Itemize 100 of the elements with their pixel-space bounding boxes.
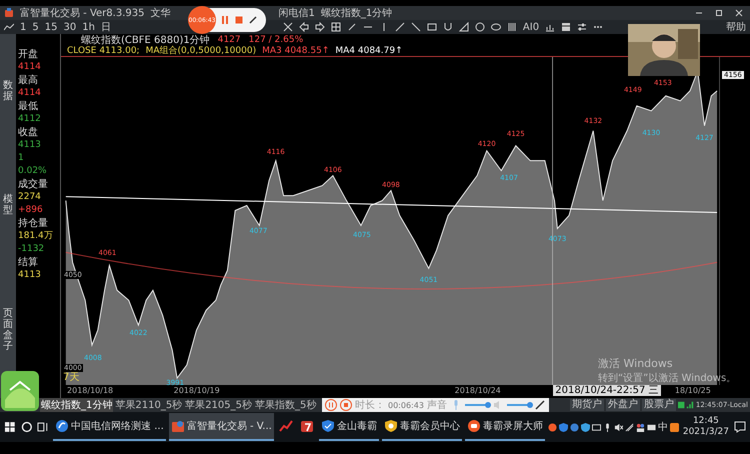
range-label: 7天	[63, 371, 80, 384]
period-button[interactable]: 5	[32, 22, 39, 32]
pen-icon[interactable]	[534, 399, 546, 411]
down-line-icon[interactable]	[410, 22, 421, 32]
duration-label: 时长：	[355, 398, 385, 412]
people-icon[interactable]	[636, 422, 645, 432]
side-tab[interactable]: 模型	[3, 194, 13, 216]
stop-icon[interactable]	[234, 15, 244, 25]
grid-icon[interactable]	[330, 22, 341, 32]
taskbar-time: 12:45	[692, 416, 719, 427]
windows-start-icon[interactable]	[3, 420, 17, 434]
quote-value: 4114	[17, 87, 42, 100]
taskbar-button[interactable]: 富智量化交易 - V...	[168, 413, 274, 441]
account-button[interactable]: 期货户	[570, 399, 604, 411]
account-button[interactable]: 股票户	[642, 399, 676, 411]
ai-button[interactable]: AI0	[522, 22, 540, 32]
shield-icon[interactable]	[580, 422, 590, 432]
date-label: 18/10/25	[674, 386, 711, 395]
date-label: 2018/10/18	[67, 386, 114, 395]
sliders-icon[interactable]	[577, 22, 588, 32]
app-icon	[300, 419, 314, 433]
sheet-tab[interactable]: 螺纹指数_1分钟	[40, 398, 114, 412]
quote-label: 开盘	[17, 48, 39, 61]
symbol-name: 螺纹指数(CBFE 6880)1分钟	[81, 34, 210, 46]
left-arrow-icon[interactable]	[298, 22, 309, 32]
period-button[interactable]: 1	[20, 22, 26, 32]
table-icon[interactable]	[561, 22, 572, 32]
pen-icon[interactable]	[248, 15, 258, 25]
mute-icon[interactable]	[614, 422, 623, 432]
input-method-indicator[interactable]: 中	[658, 420, 668, 434]
app-title: 富智量化交易 - Ver8.3.935	[20, 6, 144, 20]
triangle-icon[interactable]	[458, 22, 469, 32]
quote-value: 4114	[17, 61, 42, 74]
duration-value: 00:06:43	[388, 400, 424, 410]
bars-icon[interactable]	[506, 22, 517, 32]
pause-icon[interactable]	[325, 399, 337, 411]
bar-chart-icon[interactable]	[545, 22, 556, 32]
menu-item[interactable]: 帮助	[726, 20, 746, 34]
period-button[interactable]: 15	[44, 22, 58, 32]
price-change: 127 / 2.65%	[248, 34, 304, 44]
notification-icon[interactable]	[733, 420, 747, 434]
app-logo-icon[interactable]	[0, 370, 40, 412]
account-button[interactable]: 外盘户	[606, 399, 640, 411]
indicator-label: MA4 4084.79↑	[335, 46, 403, 56]
price-value: 4127	[218, 34, 241, 44]
shield-icon[interactable]	[558, 422, 568, 432]
side-tab[interactable]: 数据	[3, 80, 13, 102]
period-button[interactable]: 1h	[82, 22, 95, 32]
taskbar-date: 2021/3/27	[682, 427, 729, 438]
search-icon[interactable]	[20, 420, 34, 434]
rectangle-icon[interactable]	[426, 22, 437, 32]
quote-value: 4113	[17, 139, 42, 152]
app-logo-icon	[4, 8, 14, 18]
line-chart-icon[interactable]	[4, 22, 14, 32]
quote-label: 持仓量	[17, 217, 49, 230]
indicator-label: MA3 4048.55↑	[262, 46, 330, 56]
quote-value: 0.02%	[17, 165, 48, 178]
date-label: 2018/10/19	[174, 386, 220, 395]
period-button[interactable]: 日	[100, 20, 111, 34]
cursor-date-label: 2018/10/24-22:57 三	[553, 385, 661, 396]
chart-title: 螺纹指数_1分钟	[320, 6, 392, 20]
quote-value: 181.4万	[17, 230, 54, 243]
app-icon[interactable]	[670, 422, 679, 432]
quote-label: 成交量	[17, 178, 49, 191]
indicator-label: MA组合(0,0,5000,10000)	[146, 44, 256, 57]
trend-icon	[278, 419, 293, 433]
pause-icon[interactable]	[220, 15, 230, 25]
date-label: 2018/10/24	[454, 386, 501, 395]
quote-value: 4112	[17, 113, 42, 126]
quote-value: 1	[17, 152, 25, 165]
taskbar-button[interactable]: 中国电信网络测速 ...	[53, 413, 166, 441]
diagonal-line-icon[interactable]	[346, 22, 357, 32]
quote-value: +896	[17, 204, 44, 217]
shield-icon	[384, 419, 398, 433]
sheet-tab[interactable]: 苹果指数_5秒	[254, 398, 318, 412]
quote-label: 结算	[17, 256, 39, 269]
ellipse-icon[interactable]	[490, 22, 501, 32]
circle-icon[interactable]	[474, 22, 485, 32]
indicator-label: CLOSE 4113.00;	[67, 46, 140, 56]
shield-icon	[320, 419, 335, 433]
side-tab[interactable]: 页面盒子	[3, 308, 13, 352]
quote-label: 最高	[17, 74, 39, 87]
activation-title: 激活 Windows	[598, 356, 674, 371]
sheet-tab[interactable]: 苹果2110_5秒	[114, 398, 184, 412]
signal-icon	[678, 400, 694, 410]
period-button[interactable]: 30	[63, 22, 76, 32]
stop-icon[interactable]	[340, 399, 352, 411]
menu-item[interactable]: 文华	[150, 6, 170, 20]
sound-label: 声音	[426, 398, 447, 412]
network-icon[interactable]	[624, 422, 634, 432]
ray-line-icon[interactable]	[394, 22, 405, 32]
menu-item[interactable]: 闲电信1	[278, 6, 315, 20]
quote-value: -1132	[17, 243, 46, 256]
sheet-tab[interactable]: 苹果2105_5秒	[184, 398, 253, 412]
app-icon	[170, 419, 185, 433]
cup-icon[interactable]	[442, 22, 453, 32]
quote-label: 最低	[17, 100, 39, 113]
right-arrow-icon[interactable]	[314, 22, 325, 32]
quote-label: 收盘	[17, 126, 39, 139]
quote-value: 2274	[17, 191, 42, 204]
